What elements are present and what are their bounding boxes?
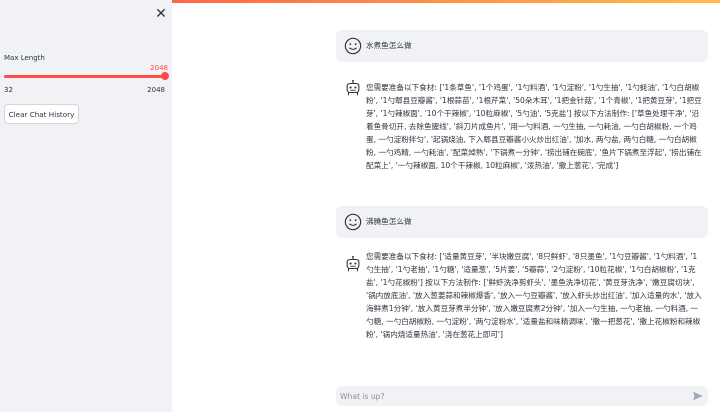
chat-message-assistant: 您需要准备以下食材: ['适量黄豆芽', '半块嫩豆腐', '8只鲜虾', '8… <box>336 248 708 360</box>
close-icon[interactable]: ✕ <box>154 7 168 21</box>
sidebar: ✕ Max Length 2048 32 2048 Clear Chat His… <box>0 0 172 412</box>
chat-message-assistant: 您需要准备以下食材: ['1条草鱼', '1个鸡蛋', '1勺料酒', '1勺淀… <box>336 72 708 192</box>
max-length-label: Max Length <box>4 54 45 62</box>
slider-max-label: 2048 <box>147 86 165 94</box>
message-text: 您需要准备以下食材: ['适量黄豆芽', '半块嫩豆腐', '8只鲜虾', '8… <box>366 252 702 339</box>
chat-message-user: 沸腾鱼怎么做 <box>336 206 708 238</box>
slider-min-label: 32 <box>4 86 13 94</box>
chat-input-container <box>336 386 708 406</box>
robot-icon <box>346 255 360 272</box>
send-icon[interactable] <box>692 390 704 402</box>
robot-icon <box>346 79 360 96</box>
smiley-face-icon <box>344 37 362 55</box>
slider-current-value: 2048 <box>150 64 168 72</box>
slider-track[interactable] <box>4 75 165 78</box>
message-text: 您需要准备以下食材: ['1条草鱼', '1个鸡蛋', '1勺料酒', '1勺淀… <box>366 83 702 170</box>
chat-message-user: 水煮鱼怎么做 <box>336 30 708 62</box>
message-text: 水煮鱼怎么做 <box>366 41 412 50</box>
smiley-face-icon <box>344 213 362 231</box>
chat-input[interactable] <box>336 386 680 406</box>
message-text: 沸腾鱼怎么做 <box>366 217 412 226</box>
clear-chat-history-button[interactable]: Clear Chat History <box>4 104 79 124</box>
slider-thumb[interactable] <box>161 72 169 80</box>
